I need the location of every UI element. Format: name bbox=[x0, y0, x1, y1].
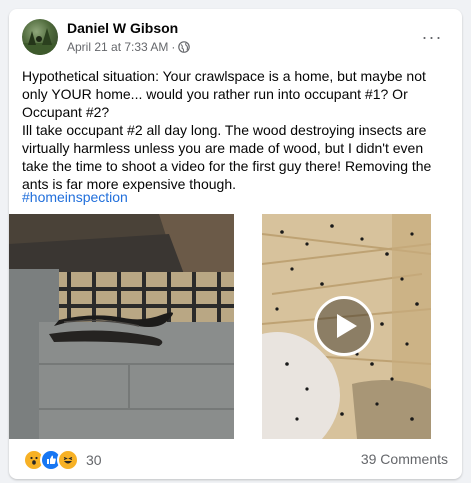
post-date[interactable]: April 21 at 7:33 AM bbox=[67, 40, 168, 54]
post-meta: April 21 at 7:33 AM · bbox=[67, 40, 191, 54]
post-video-ants[interactable] bbox=[262, 214, 431, 439]
avatar[interactable] bbox=[22, 19, 58, 55]
reaction-count[interactable]: 30 bbox=[86, 452, 102, 468]
play-button[interactable] bbox=[314, 296, 374, 356]
play-icon bbox=[337, 314, 357, 338]
post-header: Daniel W Gibson April 21 at 7:33 AM · ··… bbox=[22, 19, 452, 59]
haha-icon bbox=[57, 449, 79, 471]
globe-icon bbox=[178, 41, 191, 53]
post-paragraph-1: Hypothetical situation: Your crawlspace … bbox=[22, 68, 426, 120]
meta-separator: · bbox=[171, 40, 176, 54]
post-card: Daniel W Gibson April 21 at 7:33 AM · ··… bbox=[9, 9, 462, 479]
hashtag-link[interactable]: #homeinspection bbox=[22, 189, 128, 205]
more-options-button[interactable]: ··· bbox=[418, 23, 446, 51]
reactions-summary[interactable]: 30 bbox=[23, 449, 102, 471]
snake-photo-image bbox=[9, 214, 234, 439]
post-text: Hypothetical situation: Your crawlspace … bbox=[22, 67, 450, 193]
comments-count-link[interactable]: 39 Comments bbox=[361, 451, 448, 467]
post-paragraph-2: Ill take occupant #2 all day long. The w… bbox=[22, 122, 432, 192]
post-photo-snake[interactable] bbox=[9, 214, 234, 439]
author-name[interactable]: Daniel W Gibson bbox=[67, 20, 178, 36]
post-footer: 30 39 Comments bbox=[23, 449, 448, 471]
